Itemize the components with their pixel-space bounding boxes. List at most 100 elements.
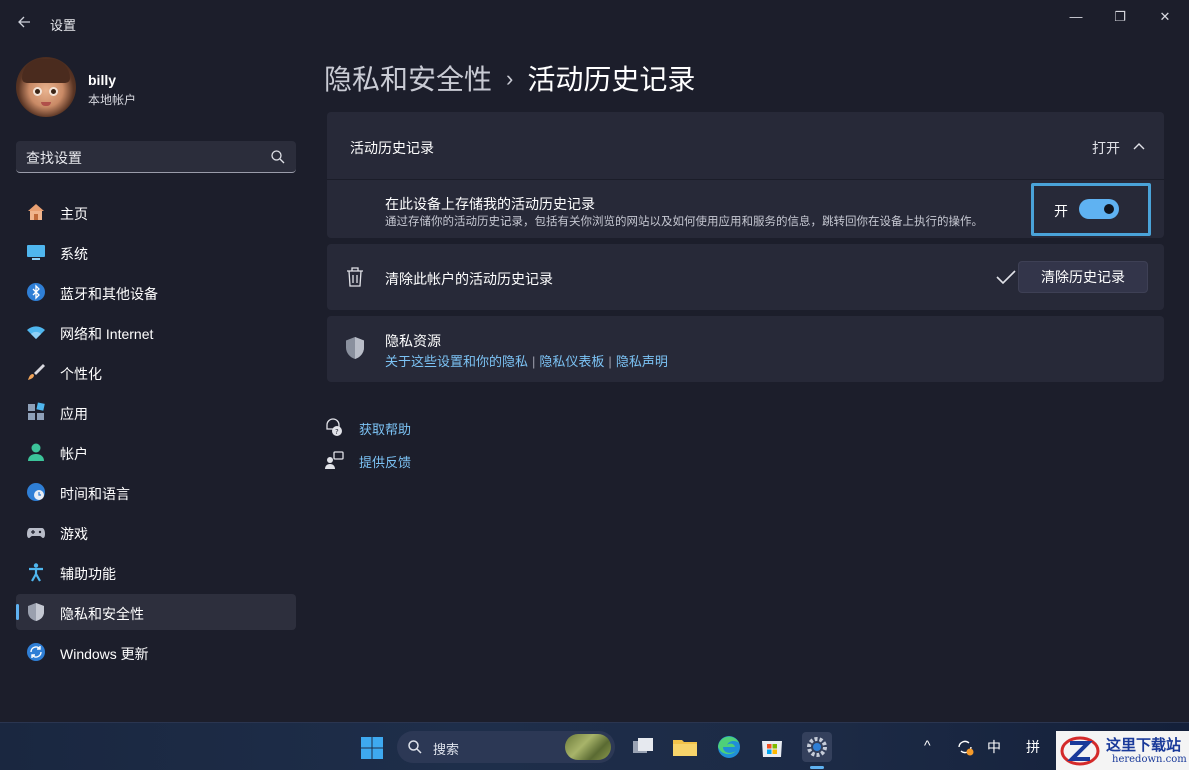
taskbar-search[interactable]: 搜索 [397,731,615,763]
breadcrumb-separator: › [506,66,514,91]
wifi-icon [27,326,45,339]
feedback-icon [325,451,344,469]
tray-overflow-button[interactable]: ^ [924,737,931,753]
ime-mode-indicator[interactable]: 拼 [1026,737,1040,757]
sidebar-item-label: 系统 [60,246,88,262]
home-icon [28,204,44,220]
toggle-knob [1104,204,1114,214]
activity-history-card: 活动历史记录 打开 在此设备上存储我的活动历史记录 通过存储你的活动历史记录，包… [327,112,1164,238]
user-name: billy [88,72,117,88]
sidebar-item-label: 辅助功能 [60,566,116,582]
accessibility-icon [29,563,43,582]
privacy-resources-card: 隐私资源 关于这些设置和你的隐私 | 隐私仪表板 | 隐私声明 [327,316,1164,382]
file-explorer-button[interactable] [670,732,700,762]
link-about-privacy[interactable]: 关于这些设置和你的隐私 [385,354,528,369]
clear-history-card: 清除此帐户的活动历史记录 清除历史记录 [327,244,1164,310]
svg-text:?: ? [335,428,339,436]
sidebar-item-bluetooth[interactable]: 蓝牙和其他设备 [16,274,296,310]
back-button[interactable] [14,12,34,32]
back-arrow-icon [18,16,30,28]
sidebar-nav: 主页 系统 蓝牙和其他设备 网络和 Internet 个性化 应用 帐户 时间和… [16,194,296,674]
minimize-button[interactable]: — [1053,6,1099,28]
watermark-logo [1060,736,1100,766]
link-privacy-dashboard[interactable]: 隐私仪表板 [539,354,604,369]
checkmark-icon [996,270,1016,285]
sync-icon[interactable] [955,737,975,757]
search-highlight-image [565,734,611,760]
page-title: 活动历史记录 [527,64,696,95]
sidebar-item-label: 应用 [60,406,88,422]
section-title: 活动历史记录 [350,140,434,156]
store-activity-toggle[interactable] [1079,199,1119,219]
sidebar-item-time-language[interactable]: 时间和语言 [16,474,296,510]
section-state: 打开 [1092,140,1120,156]
activity-history-header[interactable] [327,112,1164,178]
sidebar-item-label: 时间和语言 [60,486,130,502]
sidebar-item-label: 网络和 Internet [60,326,154,342]
active-app-indicator [810,766,824,769]
sidebar-item-home[interactable]: 主页 [16,194,296,230]
sidebar-item-label: Windows 更新 [60,646,149,662]
store-button[interactable] [757,732,787,762]
store-icon [762,741,782,757]
link-separator: | [532,354,536,369]
edge-button[interactable] [714,732,744,762]
close-button[interactable]: ✕ [1142,6,1188,28]
store-activity-toggle-focus[interactable]: 开 [1031,183,1151,236]
account-type: 本地帐户 [88,93,137,107]
shield-icon [28,603,44,621]
store-activity-description: 通过存储你的活动历史记录，包括有关你浏览的网站以及如何使用应用和服务的信息，跳转… [385,216,983,228]
app-title: 设置 [50,18,77,33]
settings-app-button[interactable] [802,732,832,762]
link-privacy-statement[interactable]: 隐私声明 [616,354,668,369]
toggle-state-label: 开 [1054,203,1068,219]
sidebar-item-label: 帐户 [60,446,88,462]
sidebar-item-privacy-security[interactable]: 隐私和安全性 [16,594,296,630]
search-icon [271,150,285,164]
folder-icon [673,740,697,756]
sidebar-item-network[interactable]: 网络和 Internet [16,314,296,350]
privacy-links: 关于这些设置和你的隐私 | 隐私仪表板 | 隐私声明 [385,351,668,370]
account-icon [28,443,44,461]
system-icon [27,245,45,260]
globe-clock-icon [27,483,45,501]
sidebar-item-label: 蓝牙和其他设备 [60,286,158,302]
privacy-resources-title: 隐私资源 [385,333,441,349]
sidebar-item-accounts[interactable]: 帐户 [16,434,296,470]
start-icon[interactable] [360,736,384,760]
sidebar-item-personalization[interactable]: 个性化 [16,354,296,390]
trash-icon [347,267,363,287]
clear-history-button[interactable]: 清除历史记录 [1018,261,1148,293]
maximize-button[interactable]: ❐ [1097,6,1143,28]
feedback-label: 提供反馈 [359,455,412,470]
watermark-title: 这里下载站 [1106,736,1182,754]
help-icon: ? [326,418,342,436]
apps-icon [28,402,45,420]
privacy-shield-icon [346,337,364,359]
gear-icon [807,737,827,757]
breadcrumb-parent[interactable]: 隐私和安全性 [324,64,492,95]
search-input[interactable]: 查找设置 [16,141,296,173]
brush-icon [28,364,45,380]
avatar[interactable] [16,57,76,117]
sidebar-item-gaming[interactable]: 游戏 [16,514,296,550]
sidebar-item-system[interactable]: 系统 [16,234,296,270]
sidebar-item-accessibility[interactable]: 辅助功能 [16,554,296,590]
chevron-up-icon[interactable] [1131,138,1147,154]
site-watermark: 这里下载站 heredown.com [1056,731,1189,770]
sidebar-item-label: 主页 [60,206,88,222]
link-separator: | [608,354,612,369]
task-view-icon [633,738,653,753]
task-view-button[interactable] [628,732,658,762]
store-activity-title: 在此设备上存储我的活动历史记录 [385,196,595,212]
sidebar-item-label: 隐私和安全性 [60,606,144,622]
sidebar-item-windows-update[interactable]: Windows 更新 [16,634,296,670]
breadcrumb: 隐私和安全性 › 活动历史记录 [324,58,695,98]
divider [327,179,1164,180]
get-help-label: 获取帮助 [359,422,412,437]
search-placeholder: 查找设置 [26,150,82,166]
ime-language-indicator[interactable]: 中 [987,737,1001,757]
watermark-url: heredown.com [1112,754,1187,765]
sidebar-item-label: 游戏 [60,526,88,542]
sidebar-item-apps[interactable]: 应用 [16,394,296,430]
